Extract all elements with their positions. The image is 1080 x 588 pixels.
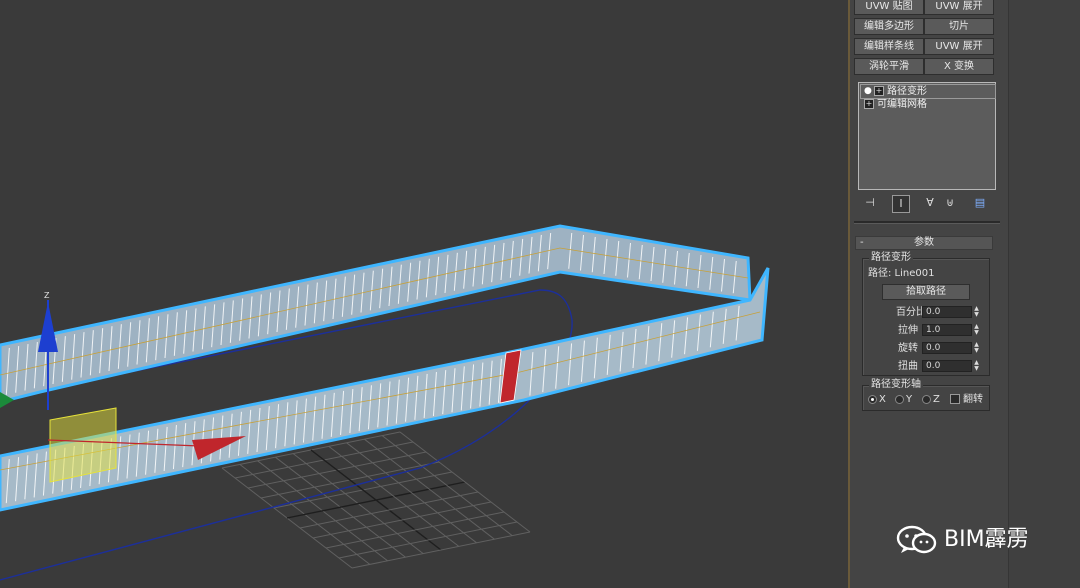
modifier-button[interactable]: 切片: [924, 18, 994, 35]
watermark-text: BIM霹雳: [944, 527, 1029, 552]
modifier-stack-list[interactable]: ● + 路径变形 + 可编辑网格: [858, 82, 996, 190]
modifier-button[interactable]: 编辑样条线: [854, 38, 924, 55]
gizmo-z-label: Z: [44, 291, 50, 300]
spinner-arrows-icon[interactable]: ▲ ▼: [972, 306, 981, 318]
radio-icon[interactable]: [922, 394, 931, 404]
flip-checkbox[interactable]: 翻转: [950, 394, 983, 406]
right-side-strip: [1008, 0, 1080, 588]
param-label: 旋转: [898, 343, 918, 354]
modifier-button[interactable]: 涡轮平滑: [854, 58, 924, 75]
expand-icon[interactable]: +: [874, 86, 884, 96]
ribbon-far-wall[interactable]: [0, 224, 752, 404]
spinner-arrows-icon[interactable]: ▲ ▼: [972, 342, 981, 354]
modifier-button[interactable]: X 变换: [924, 58, 994, 75]
param-spinner-field[interactable]: 0.0: [922, 360, 972, 372]
checkbox-icon[interactable]: [950, 394, 960, 404]
param-label: 百分比: [896, 307, 926, 318]
axis-radio-y[interactable]: Y: [895, 394, 912, 406]
make-unique-icon[interactable]: ∀: [922, 195, 938, 211]
show-end-result-icon[interactable]: Ⅰ: [892, 195, 910, 213]
param-label: 拉伸: [898, 325, 918, 336]
radio-icon[interactable]: [868, 394, 877, 404]
bulb-icon[interactable]: ●: [864, 86, 872, 96]
gizmo-z-axis-arrow[interactable]: [38, 302, 58, 352]
remove-modifier-icon[interactable]: ⊎: [942, 195, 958, 211]
path-name-label: 路径: Line001: [868, 268, 935, 279]
param-label: 扭曲: [898, 361, 918, 372]
stack-item-editable-mesh[interactable]: + 可编辑网格: [860, 98, 994, 111]
spinner-arrows-icon[interactable]: ▲ ▼: [972, 360, 981, 372]
modifier-button[interactable]: 编辑多边形: [854, 18, 924, 35]
axis-radio-z[interactable]: Z: [922, 394, 940, 406]
panel-separator: [854, 221, 1000, 224]
param-spinner-field[interactable]: 0.0: [922, 306, 972, 318]
stack-item-path-deform[interactable]: ● + 路径变形: [860, 84, 996, 99]
modifier-button[interactable]: UVW 展开: [924, 0, 994, 15]
watermark: BIM霹雳: [896, 522, 1029, 558]
pick-path-button[interactable]: 拾取路径: [882, 284, 970, 300]
param-spinner-field[interactable]: 1.0: [922, 324, 972, 336]
wechat-icon: [896, 525, 937, 554]
rollout-parameters-header[interactable]: - 参数: [855, 236, 993, 250]
configure-sets-icon[interactable]: ▤: [972, 195, 988, 211]
scene-3d: Z: [0, 224, 770, 581]
radio-icon[interactable]: [895, 394, 904, 404]
spinner-arrows-icon[interactable]: ▲ ▼: [972, 324, 981, 336]
axis-radio-x[interactable]: X: [868, 394, 886, 406]
pin-stack-icon[interactable]: ⊣: [862, 195, 878, 211]
expand-icon[interactable]: +: [864, 99, 874, 109]
modifier-button[interactable]: UVW 展开: [924, 38, 994, 55]
command-panel-modify: UVW 贴图 UVW 展开 编辑多边形 切片 编辑样条线 UVW 展开 涡轮平滑 X 变换 ●…: [850, 0, 1008, 588]
modifier-button[interactable]: UVW 贴图: [854, 0, 924, 15]
viewport-perspective[interactable]: Z: [0, 0, 848, 588]
param-spinner-field[interactable]: 0.0: [922, 342, 972, 354]
